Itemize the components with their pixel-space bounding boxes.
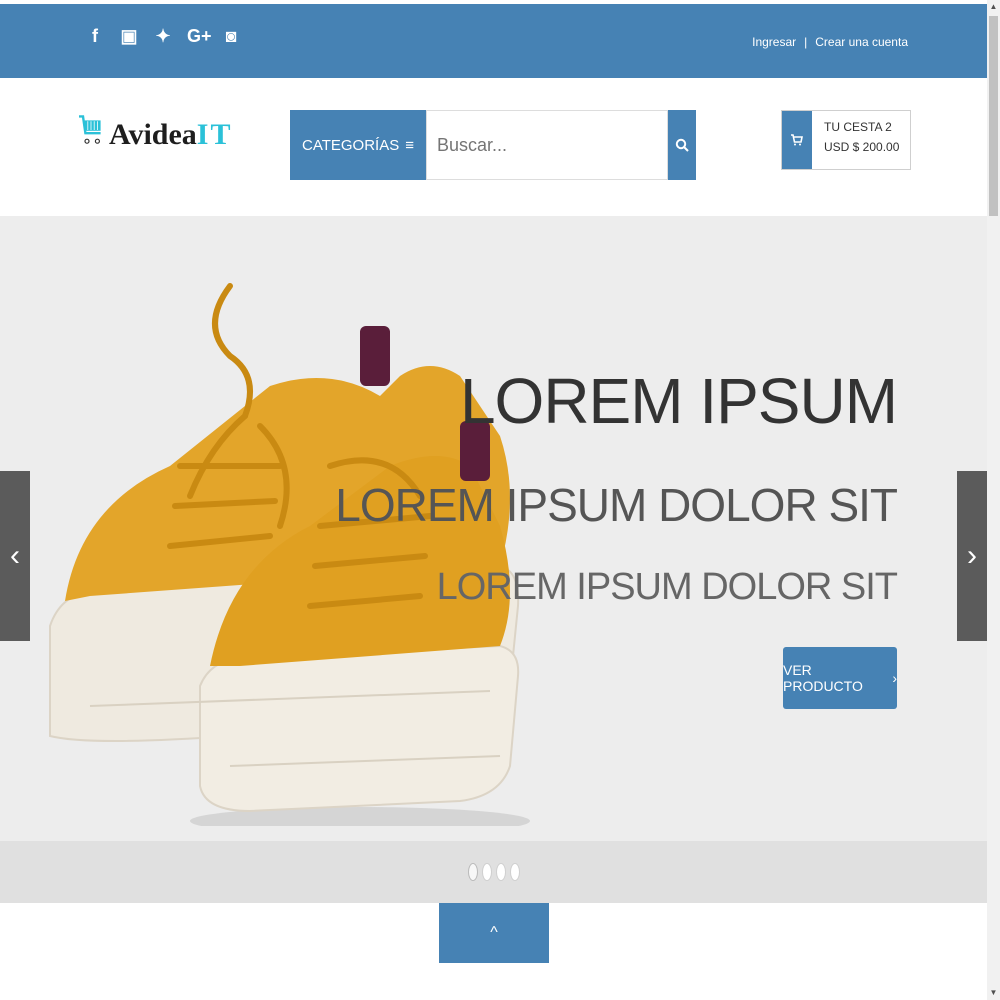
logo-suffix: IT	[196, 118, 233, 151]
hero-title: LOREM IPSUM	[459, 365, 898, 437]
social-links: f ▣ ✦ G+ ◙	[85, 26, 241, 47]
site-logo[interactable]: AvideaIT	[75, 106, 231, 176]
google-plus-icon[interactable]: G+	[187, 26, 212, 47]
chevron-right-icon: ›	[967, 539, 977, 572]
hero-slider: LOREM IPSUM LOREM IPSUM DOLOR SIT LOREM …	[0, 216, 987, 841]
facebook-icon[interactable]: f	[85, 26, 105, 47]
scroll-to-top-button[interactable]: ^	[439, 903, 549, 963]
twitter-icon[interactable]: ✦	[153, 26, 173, 47]
cart-count: TU CESTA 2	[824, 120, 892, 134]
chevron-right-icon: ›	[892, 670, 897, 686]
scroll-up-arrow-icon[interactable]: ▲	[987, 0, 1000, 14]
cart-total: USD $ 200.00	[824, 140, 900, 154]
auth-separator: |	[804, 35, 808, 49]
search-input[interactable]	[426, 110, 668, 180]
search-icon	[675, 138, 689, 152]
scroll-down-arrow-icon[interactable]: ▼	[987, 986, 1000, 1000]
shopping-cart-logo-icon	[79, 115, 101, 144]
logo-prefix: A	[109, 118, 129, 151]
scrollbar-thumb[interactable]	[989, 16, 998, 216]
product-shoe-image	[49, 283, 530, 826]
cart-icon	[782, 111, 812, 169]
youtube-icon[interactable]: ▣	[119, 26, 139, 47]
slider-dot-2[interactable]	[481, 863, 492, 881]
chevron-left-icon: ‹	[10, 539, 20, 572]
page-scrollbar[interactable]: ▲ ▼	[987, 0, 1000, 1000]
register-link[interactable]: Crear una cuenta	[815, 35, 908, 49]
login-link[interactable]: Ingresar	[752, 35, 796, 49]
cart-widget[interactable]: TU CESTA 2 USD $ 200.00	[781, 110, 911, 170]
slider-pagination	[0, 841, 987, 903]
search-button[interactable]	[668, 110, 696, 180]
slider-dot-1[interactable]	[467, 863, 478, 881]
top-bar: f ▣ ✦ G+ ◙ Ingresar | Crear una cuenta	[0, 4, 987, 78]
hero-subtitle-2: LOREM IPSUM DOLOR SIT	[436, 566, 898, 608]
hero-subtitle-1: LOREM IPSUM DOLOR SIT	[335, 479, 898, 531]
instagram-icon[interactable]: ◙	[221, 26, 241, 47]
cart-summary: TU CESTA 2 USD $ 200.00	[812, 111, 899, 169]
slider-dot-4[interactable]	[509, 863, 520, 881]
slider-dot-3[interactable]	[495, 863, 506, 881]
view-product-button[interactable]: VER PRODUCTO ›	[783, 647, 897, 709]
logo-text: AvideaIT	[109, 118, 232, 152]
view-product-label: VER PRODUCTO	[783, 662, 863, 694]
menu-icon: ≡	[405, 136, 414, 154]
site-header: AvideaIT CATEGORÍAS ≡ TU CESTA 2 USD $ 2…	[0, 78, 987, 216]
logo-middle: videa	[128, 118, 197, 151]
slider-prev-button[interactable]: ‹	[0, 471, 30, 641]
categories-label: CATEGORÍAS	[302, 136, 400, 154]
chevron-up-icon: ^	[490, 924, 498, 941]
categories-button[interactable]: CATEGORÍAS ≡	[290, 110, 426, 180]
auth-links: Ingresar | Crear una cuenta	[752, 35, 908, 49]
slider-next-button[interactable]: ›	[957, 471, 987, 641]
